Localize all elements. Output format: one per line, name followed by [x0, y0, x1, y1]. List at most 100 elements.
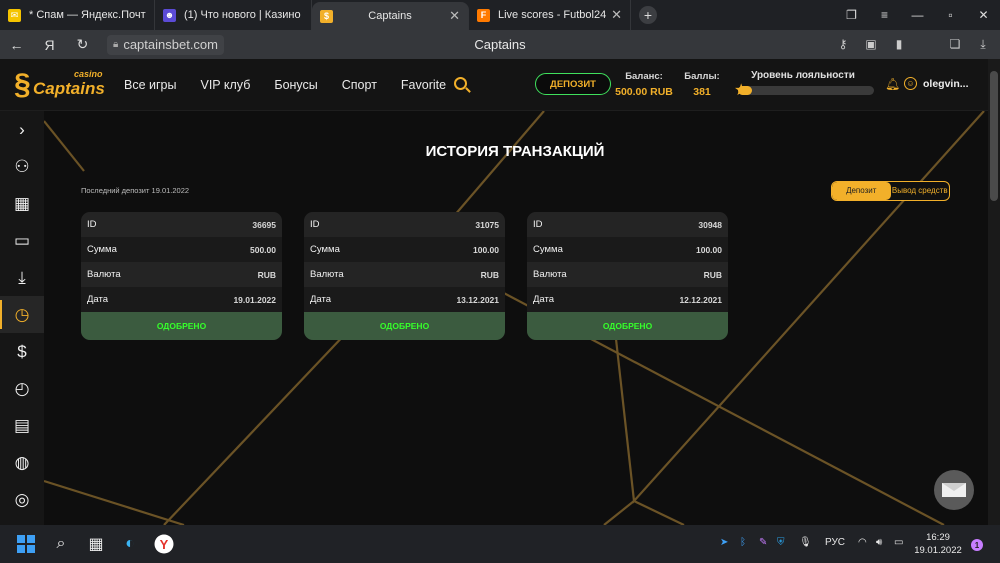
loyalty-label: Уровень лояльности [751, 70, 855, 81]
download-icon[interactable]: ⤓ [970, 37, 996, 52]
reload-icon[interactable]: ↻ [66, 36, 99, 53]
battery-icon[interactable]: ▭ [894, 537, 903, 548]
search-icon[interactable] [454, 77, 467, 90]
row-amount: Сумма 100.00 [304, 237, 505, 262]
chat-icon[interactable]: ◎ [0, 481, 44, 518]
microphone-icon[interactable]: 🎙︎ [799, 537, 812, 548]
url-text: captainsbet.com [123, 37, 218, 52]
value-id: 36695 [252, 219, 276, 230]
telegram-icon[interactable]: ➤ [720, 537, 728, 548]
page-heading: ИСТОРИЯ ТРАНЗАКЦИЙ [425, 143, 605, 160]
new-tab-button[interactable]: + [639, 6, 657, 24]
forum-icon: ☻ [163, 8, 176, 22]
deposit-button[interactable]: ДЕПОЗИТ [535, 73, 611, 95]
logo-brand: Captains [33, 79, 105, 98]
close-icon[interactable]: ✕ [449, 8, 460, 24]
bluetooth-icon[interactable]: ᛒ [740, 537, 746, 548]
input-language[interactable]: РУС [825, 537, 845, 548]
value-amount: 100.00 [473, 244, 499, 255]
clock-dollar-icon[interactable]: ◴ [0, 370, 44, 407]
minimize-icon[interactable]: — [901, 8, 934, 22]
status-badge: ОДОБРЕНО [527, 312, 728, 340]
extension-icon[interactable]: ▣ [858, 37, 884, 52]
menu-bonuses[interactable]: Бонусы [274, 78, 317, 92]
menu-icon[interactable]: ≡ [868, 8, 901, 22]
transaction-card: ID 31075 Сумма 100.00 Валюта RUB Дата 13.12.… [304, 212, 505, 340]
edge-icon[interactable]: ◐ [118, 532, 142, 556]
label-id: ID [533, 219, 543, 230]
history-icon[interactable]: ◷ [0, 296, 44, 333]
loyalty-progress-bar: ★ [734, 82, 874, 99]
globe-icon[interactable]: ◍ [0, 444, 44, 481]
bookmark-icon[interactable]: ▮ [886, 37, 912, 52]
captains-logo[interactable]: § casino Captains [14, 67, 105, 105]
row-amount: Сумма 100.00 [527, 237, 728, 262]
pen-icon[interactable]: ✎ [759, 537, 767, 548]
wallet-icon[interactable]: ▭ [0, 222, 44, 259]
menu-sport[interactable]: Спорт [342, 78, 377, 92]
money-bag-icon[interactable]: $ [0, 333, 44, 370]
system-clock[interactable]: 16:29 19.01.2022 [910, 531, 966, 557]
tab-casino-forum[interactable]: ☻ (1) Что нового | Казино ф [155, 0, 312, 30]
shield-icon[interactable]: ⛨ [777, 537, 785, 548]
tab-futbol24[interactable]: F Live scores - Futbol24 ✕ [469, 0, 631, 30]
site-viewport: § casino Captains Все игры VIP клуб Бону… [0, 59, 988, 525]
value-currency: RUB [257, 269, 276, 280]
futbol24-icon: F [477, 8, 490, 22]
tabs-icon[interactable]: ❏ [942, 37, 968, 52]
notification-badge[interactable]: 1 [971, 539, 983, 551]
coins-icon[interactable]: ▦ [0, 185, 44, 222]
balance: Баланс: 500.00 RUB [614, 71, 674, 98]
volume-icon[interactable]: 🔊︎ [876, 537, 882, 548]
label-currency: Валюта [87, 269, 121, 280]
row-currency: Валюта RUB [304, 262, 505, 287]
tab-yandex-mail[interactable]: ✉ * Спам — Яндекс.Почта [0, 0, 155, 30]
site-header: § casino Captains Все игры VIP клуб Бону… [0, 59, 988, 111]
id-card-icon[interactable]: ▤ [0, 407, 44, 444]
url-field[interactable]: 🔒︎ captainsbet.com [107, 34, 224, 55]
row-currency: Валюта RUB [81, 262, 282, 287]
username[interactable]: olegvin... [923, 78, 969, 90]
label-id: ID [87, 219, 97, 230]
row-date: Дата 19.01.2022 [81, 287, 282, 312]
status-badge: ОДОБРЕНО [304, 312, 505, 340]
row-id: ID 30948 [527, 212, 728, 237]
collections-icon[interactable]: ❐ [835, 8, 868, 22]
key-icon[interactable]: ⚷ [830, 37, 856, 52]
menu-vip-club[interactable]: VIP клуб [201, 78, 251, 92]
window-controls: ❐ ≡ — ▫ ✕ [835, 0, 1000, 30]
close-icon[interactable]: ✕ [611, 7, 622, 23]
seahorse-icon: § [14, 68, 31, 101]
label-date: Дата [533, 294, 555, 305]
windows-start-icon[interactable] [14, 532, 38, 556]
label-id: ID [310, 219, 320, 230]
envelope-icon [942, 483, 966, 497]
page-scrollbar[interactable] [988, 59, 1000, 525]
search-icon[interactable]: ⌕ [49, 532, 73, 556]
wifi-icon[interactable]: ◠ [858, 537, 867, 548]
label-date: Дата [87, 294, 109, 305]
toggle-deposit[interactable]: Депозит [832, 182, 891, 200]
logo-tag: casino [74, 69, 103, 79]
download-icon[interactable]: ⤓ [0, 259, 44, 296]
user-icon[interactable]: ☺ [904, 77, 917, 90]
calculator-icon[interactable]: ▦ [84, 532, 108, 556]
back-icon[interactable]: ← [0, 37, 33, 53]
yandex-browser-icon[interactable]: Y [152, 532, 176, 556]
scrollbar-thumb[interactable] [990, 71, 998, 201]
bell-icon[interactable]: 🔔︎ [885, 77, 900, 91]
points-value: 381 [693, 86, 711, 98]
address-bar-actions: ⚷ ▣ ▮ ❏ ⤓ [830, 37, 996, 52]
menu-favorite[interactable]: Favorite [401, 78, 446, 92]
tab-captains[interactable]: $ Captains ✕ [312, 2, 469, 30]
support-mail-button[interactable] [934, 470, 974, 510]
clock-time: 16:29 [926, 532, 950, 543]
row-date: Дата 13.12.2021 [304, 287, 505, 312]
restore-icon[interactable]: ▫ [934, 8, 967, 22]
menu-all-games[interactable]: Все игры [124, 78, 177, 92]
close-window-icon[interactable]: ✕ [967, 8, 1000, 22]
transaction-card: ID 30948 Сумма 100.00 Валюта RUB Дата 12.12.… [527, 212, 728, 340]
status-badge: ОДОБРЕНО [81, 312, 282, 340]
yandex-icon[interactable]: Я [33, 37, 66, 53]
toggle-withdraw[interactable]: Вывод средств [891, 182, 950, 200]
